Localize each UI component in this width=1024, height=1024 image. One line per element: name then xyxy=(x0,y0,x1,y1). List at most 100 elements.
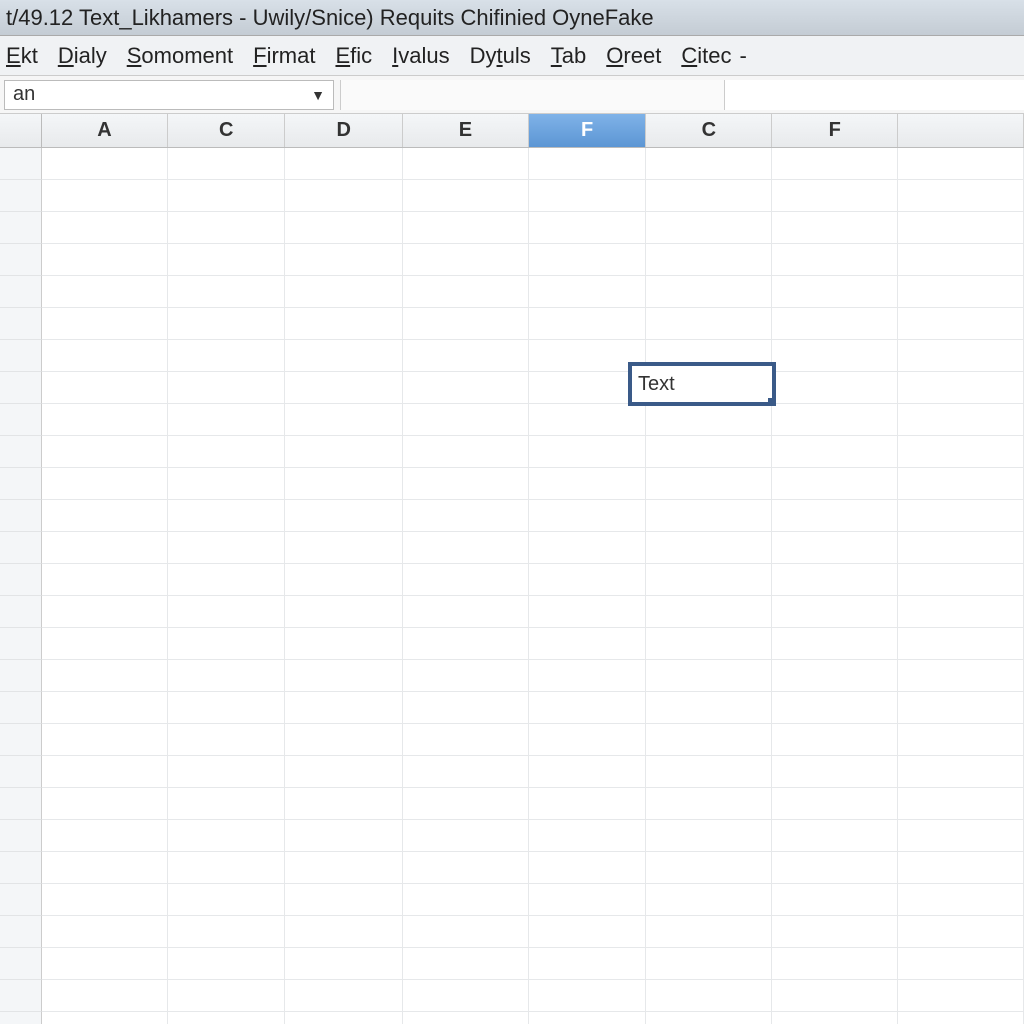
cell[interactable] xyxy=(168,1012,286,1024)
resize-handle[interactable] xyxy=(768,398,776,406)
cell[interactable] xyxy=(529,980,647,1012)
cell[interactable] xyxy=(42,756,168,788)
cell[interactable] xyxy=(646,660,772,692)
cell[interactable] xyxy=(403,660,529,692)
cell[interactable] xyxy=(772,372,898,404)
cell[interactable] xyxy=(42,916,168,948)
cell[interactable] xyxy=(403,756,529,788)
cell[interactable] xyxy=(898,436,1024,468)
column-header-A[interactable]: A xyxy=(42,114,168,147)
cell[interactable] xyxy=(285,148,403,180)
cell[interactable] xyxy=(646,436,772,468)
cell[interactable] xyxy=(772,532,898,564)
row-header[interactable] xyxy=(0,1012,42,1024)
cell[interactable] xyxy=(898,404,1024,436)
cell[interactable] xyxy=(42,532,168,564)
cell[interactable] xyxy=(403,916,529,948)
cell[interactable] xyxy=(285,468,403,500)
column-header-C[interactable]: C xyxy=(168,114,286,147)
cell[interactable] xyxy=(898,820,1024,852)
cell[interactable] xyxy=(168,980,286,1012)
row-header[interactable] xyxy=(0,244,42,276)
cell[interactable] xyxy=(42,852,168,884)
cell[interactable] xyxy=(529,916,647,948)
row-header[interactable] xyxy=(0,756,42,788)
chevron-down-icon[interactable]: ▼ xyxy=(311,87,325,103)
cell[interactable] xyxy=(772,756,898,788)
cell[interactable] xyxy=(403,148,529,180)
formula-bar-right[interactable] xyxy=(724,80,1024,110)
cell[interactable] xyxy=(403,980,529,1012)
cell[interactable] xyxy=(772,148,898,180)
cell[interactable] xyxy=(529,884,647,916)
cell[interactable] xyxy=(168,660,286,692)
cell[interactable] xyxy=(529,756,647,788)
row-header[interactable] xyxy=(0,980,42,1012)
row-header[interactable] xyxy=(0,884,42,916)
cell[interactable] xyxy=(42,884,168,916)
cell[interactable] xyxy=(403,500,529,532)
cell[interactable] xyxy=(898,884,1024,916)
cell[interactable] xyxy=(403,596,529,628)
cell[interactable] xyxy=(168,788,286,820)
cell[interactable] xyxy=(646,788,772,820)
cell[interactable] xyxy=(772,180,898,212)
cell[interactable] xyxy=(646,180,772,212)
cell[interactable] xyxy=(646,692,772,724)
cell[interactable] xyxy=(42,980,168,1012)
cell[interactable] xyxy=(772,404,898,436)
cell[interactable] xyxy=(529,788,647,820)
cell[interactable] xyxy=(285,660,403,692)
row-header[interactable] xyxy=(0,788,42,820)
cell[interactable] xyxy=(772,1012,898,1024)
cell[interactable] xyxy=(42,660,168,692)
row-header[interactable] xyxy=(0,692,42,724)
cell[interactable] xyxy=(403,948,529,980)
cell[interactable] xyxy=(168,692,286,724)
cell[interactable] xyxy=(898,148,1024,180)
cell[interactable] xyxy=(646,724,772,756)
cell[interactable] xyxy=(772,468,898,500)
cell[interactable] xyxy=(772,820,898,852)
cell[interactable] xyxy=(42,1012,168,1024)
cell[interactable] xyxy=(42,308,168,340)
cell[interactable] xyxy=(772,308,898,340)
cell[interactable] xyxy=(898,628,1024,660)
row-header[interactable] xyxy=(0,404,42,436)
cell[interactable] xyxy=(772,628,898,660)
menu-ivalus[interactable]: Ivalus xyxy=(392,43,449,69)
cell[interactable] xyxy=(772,276,898,308)
cell[interactable] xyxy=(646,500,772,532)
cell[interactable] xyxy=(898,756,1024,788)
cell[interactable] xyxy=(403,628,529,660)
cell[interactable] xyxy=(168,628,286,660)
row-header[interactable] xyxy=(0,276,42,308)
cell[interactable] xyxy=(646,628,772,660)
column-header-F[interactable]: F xyxy=(529,114,647,147)
cell[interactable] xyxy=(898,1012,1024,1024)
cell[interactable] xyxy=(898,372,1024,404)
cell[interactable] xyxy=(403,180,529,212)
cell[interactable] xyxy=(168,756,286,788)
cell[interactable] xyxy=(403,788,529,820)
cell[interactable] xyxy=(403,532,529,564)
cell[interactable] xyxy=(772,916,898,948)
cell[interactable] xyxy=(285,276,403,308)
cell[interactable] xyxy=(646,308,772,340)
cell[interactable] xyxy=(529,660,647,692)
cell[interactable] xyxy=(42,596,168,628)
row-header[interactable] xyxy=(0,916,42,948)
cell[interactable] xyxy=(898,212,1024,244)
cell[interactable] xyxy=(403,820,529,852)
cell[interactable] xyxy=(285,916,403,948)
cell[interactable] xyxy=(529,852,647,884)
cell[interactable] xyxy=(168,596,286,628)
row-header[interactable] xyxy=(0,532,42,564)
row-header[interactable] xyxy=(0,724,42,756)
row-header[interactable] xyxy=(0,212,42,244)
column-header-C[interactable]: C xyxy=(646,114,772,147)
cell[interactable] xyxy=(168,468,286,500)
cell[interactable] xyxy=(42,948,168,980)
row-header[interactable] xyxy=(0,372,42,404)
cell[interactable] xyxy=(772,564,898,596)
